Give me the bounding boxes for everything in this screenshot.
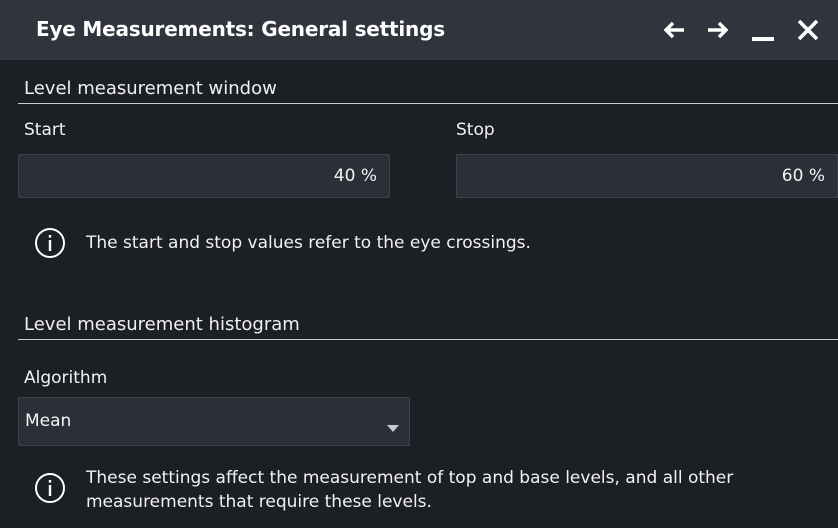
start-label: Start xyxy=(24,120,66,140)
algorithm-select[interactable]: Mean xyxy=(18,397,410,446)
section-divider xyxy=(18,103,838,104)
info-text-levels: These settings affect the measurement of… xyxy=(86,466,733,514)
forward-arrow-icon[interactable] xyxy=(700,12,736,48)
chevron-down-icon xyxy=(387,418,399,437)
stop-label: Stop xyxy=(456,120,495,140)
stop-input[interactable]: 60 % xyxy=(456,154,838,198)
start-input[interactable]: 40 % xyxy=(18,154,390,198)
info-icon xyxy=(34,227,66,259)
close-icon[interactable] xyxy=(790,12,826,48)
info-text-line: These settings affect the measurement of… xyxy=(86,468,734,488)
dialog-title: Eye Measurements: General settings xyxy=(36,17,445,41)
section-title-level-window: Level measurement window xyxy=(24,78,277,99)
algorithm-selected-value: Mean xyxy=(25,411,72,431)
section-divider xyxy=(18,339,838,340)
info-icon xyxy=(34,472,66,504)
info-text-crossings: The start and stop values refer to the e… xyxy=(86,233,531,253)
minimize-icon[interactable] xyxy=(746,12,782,48)
dialog-titlebar: Eye Measurements: General settings xyxy=(0,0,838,60)
info-text-line: measurements that require these levels. xyxy=(86,492,432,512)
section-title-level-histogram: Level measurement histogram xyxy=(24,314,300,335)
back-arrow-icon[interactable] xyxy=(656,12,692,48)
algorithm-label: Algorithm xyxy=(24,368,108,388)
